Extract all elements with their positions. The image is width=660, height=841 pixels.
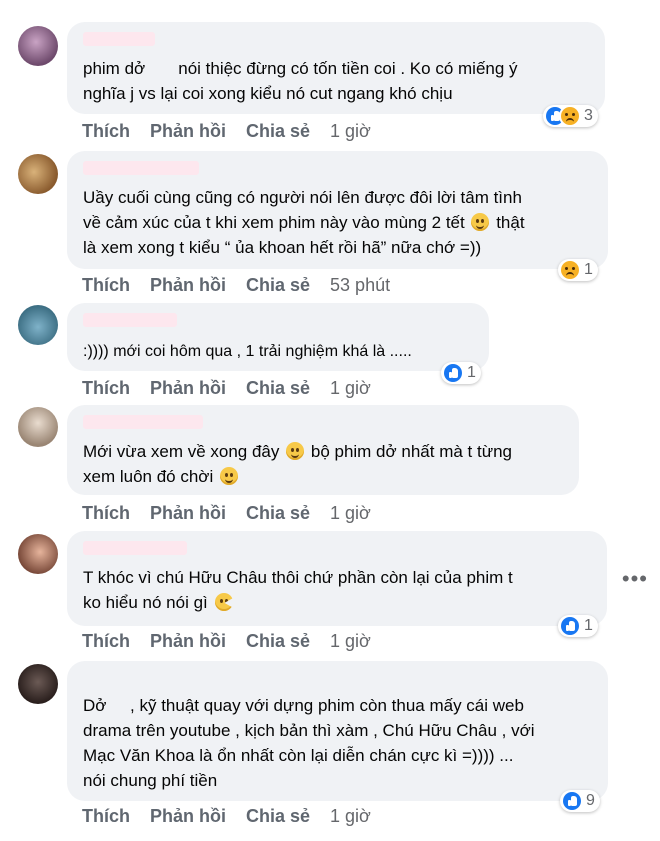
reaction-count: 1 xyxy=(584,617,593,634)
pacman-emoji-icon xyxy=(214,593,233,611)
reaction-summary[interactable]: 3 xyxy=(543,105,598,127)
comment-timestamp[interactable]: 1 giờ xyxy=(330,631,371,652)
reaction-summary[interactable]: 1 xyxy=(441,362,481,384)
comment-actions: Thích Phản hồi Chia sẻ 1 giờ xyxy=(82,503,391,524)
like-button[interactable]: Thích xyxy=(82,631,130,652)
share-button[interactable]: Chia sẻ xyxy=(246,378,310,399)
commenter-name[interactable] xyxy=(83,541,187,555)
comment-bubble: :)))) mới coi hôm qua , 1 trải nghiệm kh… xyxy=(67,303,489,371)
share-button[interactable]: Chia sẻ xyxy=(246,806,310,827)
avatar[interactable] xyxy=(18,305,58,345)
like-button[interactable]: Thích xyxy=(82,378,130,399)
comment-timestamp[interactable]: 1 giờ xyxy=(330,378,371,399)
comment-actions: Thích Phản hồi Chia sẻ 1 giờ xyxy=(82,378,391,399)
like-reaction-icon xyxy=(563,792,581,810)
share-button[interactable]: Chia sẻ xyxy=(246,121,310,142)
like-reaction-icon xyxy=(444,364,462,382)
reply-button[interactable]: Phản hồi xyxy=(150,631,226,652)
avatar[interactable] xyxy=(18,534,58,574)
comment-text: Mới vừa xem về xong đây bộ phim dở nhất … xyxy=(83,442,512,486)
comment-bubble: Dở , kỹ thuật quay với dựng phim còn thu… xyxy=(67,661,608,801)
smile-emoji-icon xyxy=(286,442,305,460)
like-button[interactable]: Thích xyxy=(82,503,130,524)
sad-reaction-icon xyxy=(561,261,579,279)
comment-actions: Thích Phản hồi Chia sẻ 53 phút xyxy=(82,275,410,296)
smile-emoji-icon xyxy=(471,213,490,231)
comment-text: T khóc vì chú Hữu Châu thôi chứ phần còn… xyxy=(83,568,513,612)
share-button[interactable]: Chia sẻ xyxy=(246,275,310,296)
comment-bubble: Mới vừa xem về xong đây bộ phim dở nhất … xyxy=(67,405,579,495)
comment-timestamp[interactable]: 1 giờ xyxy=(330,121,371,142)
reply-button[interactable]: Phản hồi xyxy=(150,121,226,142)
reaction-summary[interactable]: 9 xyxy=(560,790,600,812)
comment-actions: Thích Phản hồi Chia sẻ 1 giờ xyxy=(82,631,391,652)
share-button[interactable]: Chia sẻ xyxy=(246,631,310,652)
reply-button[interactable]: Phản hồi xyxy=(150,503,226,524)
comment-bubble: T khóc vì chú Hữu Châu thôi chứ phần còn… xyxy=(67,531,607,626)
commenter-name[interactable] xyxy=(83,161,199,175)
share-button[interactable]: Chia sẻ xyxy=(246,503,310,524)
comment-actions: Thích Phản hồi Chia sẻ 1 giờ xyxy=(82,121,391,142)
like-reaction-icon xyxy=(561,617,579,635)
like-button[interactable]: Thích xyxy=(82,806,130,827)
commenter-name[interactable] xyxy=(83,313,177,327)
reaction-count: 9 xyxy=(586,792,595,809)
comment-text: Dở , kỹ thuật quay với dựng phim còn thu… xyxy=(83,696,535,790)
like-button[interactable]: Thích xyxy=(82,275,130,296)
reaction-count: 3 xyxy=(584,107,593,124)
comment-timestamp[interactable]: 1 giờ xyxy=(330,503,371,524)
sad-reaction-icon xyxy=(561,107,579,125)
reply-button[interactable]: Phản hồi xyxy=(150,378,226,399)
more-options-icon[interactable]: ••• xyxy=(622,566,648,592)
reaction-count: 1 xyxy=(467,364,476,381)
avatar[interactable] xyxy=(18,154,58,194)
smile-emoji-icon xyxy=(219,467,238,485)
comment-text: :)))) mới coi hôm qua , 1 trải nghiệm kh… xyxy=(83,343,412,360)
comment-actions: Thích Phản hồi Chia sẻ 1 giờ xyxy=(82,806,391,827)
reaction-summary[interactable]: 1 xyxy=(558,615,598,637)
reply-button[interactable]: Phản hồi xyxy=(150,806,226,827)
comment-bubble: Uầy cuối cùng cũng có người nói lên được… xyxy=(67,151,608,269)
avatar[interactable] xyxy=(18,664,58,704)
commenter-name[interactable] xyxy=(83,32,155,46)
like-button[interactable]: Thích xyxy=(82,121,130,142)
comment-timestamp[interactable]: 1 giờ xyxy=(330,806,371,827)
avatar[interactable] xyxy=(18,407,58,447)
avatar[interactable] xyxy=(18,26,58,66)
commenter-name[interactable] xyxy=(83,415,203,429)
comment-timestamp[interactable]: 53 phút xyxy=(330,275,390,296)
comment-text: Uầy cuối cùng cũng có người nói lên được… xyxy=(83,188,525,257)
reply-button[interactable]: Phản hồi xyxy=(150,275,226,296)
comment-text: phim dở nói thiệc đừng có tốn tiền coi .… xyxy=(83,59,518,103)
comment-bubble: phim dở nói thiệc đừng có tốn tiền coi .… xyxy=(67,22,605,114)
reaction-summary[interactable]: 1 xyxy=(558,259,598,281)
reaction-count: 1 xyxy=(584,261,593,278)
